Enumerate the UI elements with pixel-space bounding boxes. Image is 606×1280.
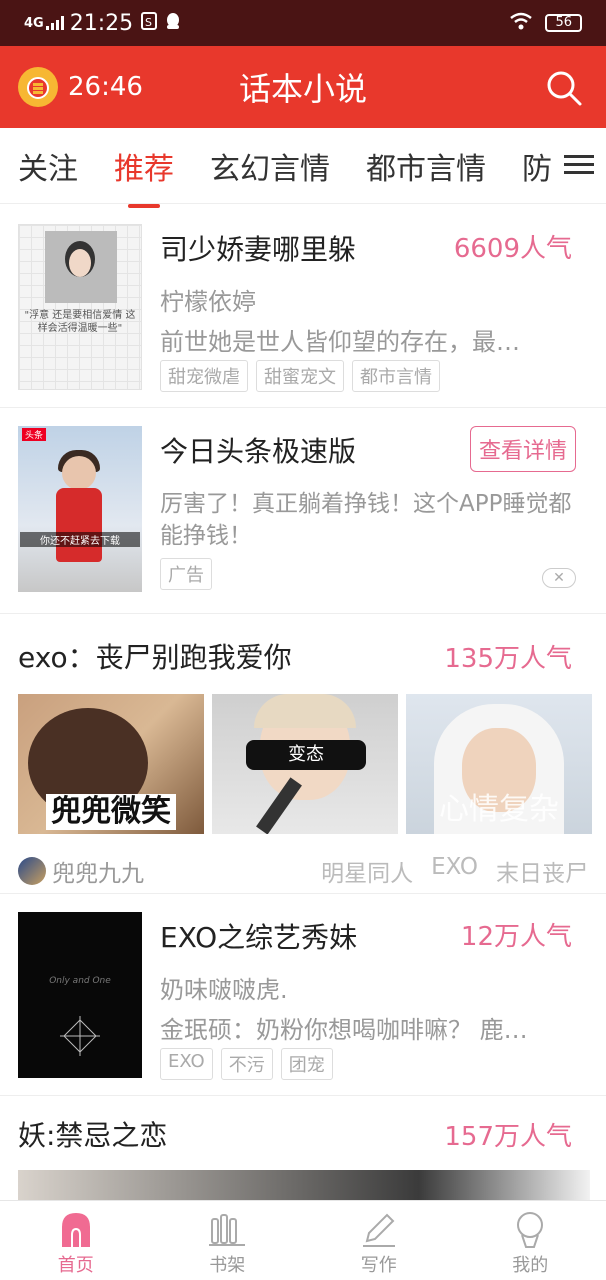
book-title[interactable]: 妖:禁忌之恋 <box>18 1114 167 1154</box>
book-title[interactable]: EXO之综艺秀妹 <box>160 916 357 956</box>
nav-profile[interactable]: 我的 <box>455 1201 606 1280</box>
view-details-button[interactable]: 查看详情 <box>469 426 576 472</box>
search-icon <box>547 71 582 106</box>
network-indicator: 4G <box>24 15 44 31</box>
book-tag[interactable]: 甜宠微虐 <box>160 360 248 392</box>
category-tabs: 关注 推荐 玄幻言情 都市言情 防 <box>0 128 606 204</box>
cover-caption: "浮意 还是要相信爱情 这样会活得温暖一些" <box>24 310 136 334</box>
book-card[interactable]: 妖:禁忌之恋 157万人气 <box>0 1096 606 1200</box>
book-feed: "浮意 还是要相信爱情 这样会活得温暖一些" 司少娇妻哪里躲 6609人气 柠檬… <box>0 204 606 1200</box>
book-tag[interactable]: 末日丧尸 <box>496 854 588 888</box>
ad-title[interactable]: 今日头条极速版 <box>160 430 356 470</box>
ad-description: 厉害了！真正躺着挣钱！这个APP睡觉都能挣钱！ <box>160 491 572 549</box>
book-author: 柠檬依婷 <box>160 288 256 316</box>
book-title[interactable]: 司少娇妻哪里躲 <box>160 228 356 268</box>
nav-bookshelf[interactable]: 书架 <box>152 1201 304 1280</box>
book-tags: 明星同人 EXO 末日丧尸 <box>321 854 588 888</box>
svg-text:S: S <box>145 16 152 29</box>
ad-image-caption: 你还不赶紧去下载 <box>20 532 140 547</box>
author-avatar[interactable] <box>18 857 46 885</box>
battery-indicator: 56 <box>545 14 582 32</box>
popularity-count: 157万人气 <box>444 1122 572 1152</box>
book-tag[interactable]: 团宠 <box>280 1048 333 1080</box>
menu-icon[interactable] <box>564 150 594 180</box>
popularity-count: 135万人气 <box>444 644 572 674</box>
bookshelf-icon <box>209 1214 246 1246</box>
signal-icon <box>45 11 64 36</box>
ad-logo: 头条 <box>22 428 47 441</box>
alarm-clock-icon[interactable] <box>18 67 58 107</box>
bottom-navigation: 首页 书架 写作 我的 <box>0 1200 606 1280</box>
qq-icon <box>165 11 181 36</box>
status-bar: 4G 21:25 S 56 <box>0 0 606 46</box>
book-tags: 甜宠微虐 甜蜜宠文 都市言情 <box>160 360 440 392</box>
nav-label: 我的 <box>512 1255 549 1276</box>
close-ad-icon[interactable]: ✕ <box>542 568 576 588</box>
cover-photo <box>45 231 117 303</box>
popularity-count: 6609人气 <box>453 234 572 264</box>
book-card[interactable]: Only and One EXO之综艺秀妹 12万人气 奶味啵啵虎. 金珉硕：奶… <box>0 894 606 1096</box>
cover-text: Only and One <box>49 976 111 986</box>
book-tag[interactable]: EXO <box>160 1048 213 1080</box>
tab-follow[interactable]: 关注 <box>18 144 78 188</box>
nav-home[interactable]: 首页 <box>0 1201 152 1280</box>
tab-urban-romance[interactable]: 都市言情 <box>366 144 486 188</box>
book-image[interactable] <box>18 1170 590 1200</box>
tab-more-category[interactable]: 防 <box>522 144 552 188</box>
search-button[interactable] <box>544 68 584 108</box>
image-caption: 兜兜微笑 <box>46 794 176 830</box>
book-cover[interactable]: "浮意 还是要相信爱情 这样会活得温暖一些" <box>18 224 142 390</box>
book-tag[interactable]: 明星同人 <box>321 854 413 888</box>
popularity-count: 12万人气 <box>460 922 572 952</box>
nav-label: 写作 <box>360 1255 397 1276</box>
book-tag[interactable]: EXO <box>431 854 478 888</box>
ad-card[interactable]: 头条 你还不赶紧去下载 今日头条极速版 查看详情 厉害了！真正躺着挣钱！这个AP… <box>0 408 606 614</box>
book-card[interactable]: exo：丧尸别跑我爱你 135万人气 兜兜微笑 变态 心情复杂 兜兜九九 明星同… <box>0 614 606 894</box>
nav-label: 首页 <box>57 1255 94 1276</box>
pencil-icon <box>362 1213 395 1247</box>
book-meta: 兜兜九九 明星同人 EXO 末日丧尸 <box>18 854 588 888</box>
app-bar: 26:46 话本小说 <box>0 46 606 128</box>
home-icon <box>61 1213 90 1247</box>
book-author[interactable]: 兜兜九九 <box>52 854 144 888</box>
tab-fantasy-romance[interactable]: 玄幻言情 <box>210 144 330 188</box>
image-caption: 变态 <box>246 740 366 770</box>
nav-write[interactable]: 写作 <box>303 1201 455 1280</box>
exo-logo-icon <box>60 1016 100 1056</box>
image-caption: 心情复杂 <box>439 792 559 827</box>
ad-label: 广告 <box>160 558 212 590</box>
profile-icon <box>517 1212 544 1248</box>
book-description: 金珉硕：奶粉你想喝咖啡嘛？ 鹿… <box>160 1016 528 1044</box>
book-tag[interactable]: 都市言情 <box>352 360 440 392</box>
book-image[interactable]: 心情复杂 <box>406 694 592 834</box>
reading-timer[interactable]: 26:46 <box>68 72 143 102</box>
nav-label: 书架 <box>209 1255 246 1276</box>
tab-recommend[interactable]: 推荐 <box>114 144 174 188</box>
status-time: 21:25 <box>69 10 134 36</box>
book-image[interactable]: 兜兜微笑 <box>18 694 204 834</box>
book-card[interactable]: "浮意 还是要相信爱情 这样会活得温暖一些" 司少娇妻哪里躲 6609人气 柠檬… <box>0 204 606 408</box>
book-cover[interactable]: Only and One <box>18 912 142 1078</box>
book-description: 前世她是世人皆仰望的存在，最… <box>160 328 520 356</box>
wifi-icon <box>509 11 533 36</box>
book-author: 奶味啵啵虎. <box>160 976 288 1004</box>
ad-image[interactable]: 头条 你还不赶紧去下载 <box>18 426 142 592</box>
book-images: 兜兜微笑 变态 心情复杂 <box>18 694 592 834</box>
sim-icon: S <box>141 11 158 36</box>
book-tags: EXO 不污 团宠 <box>160 1048 333 1080</box>
book-title[interactable]: exo：丧尸别跑我爱你 <box>18 636 292 676</box>
book-tag[interactable]: 甜蜜宠文 <box>256 360 344 392</box>
book-image[interactable]: 变态 <box>212 694 398 834</box>
book-tag[interactable]: 不污 <box>220 1048 273 1080</box>
